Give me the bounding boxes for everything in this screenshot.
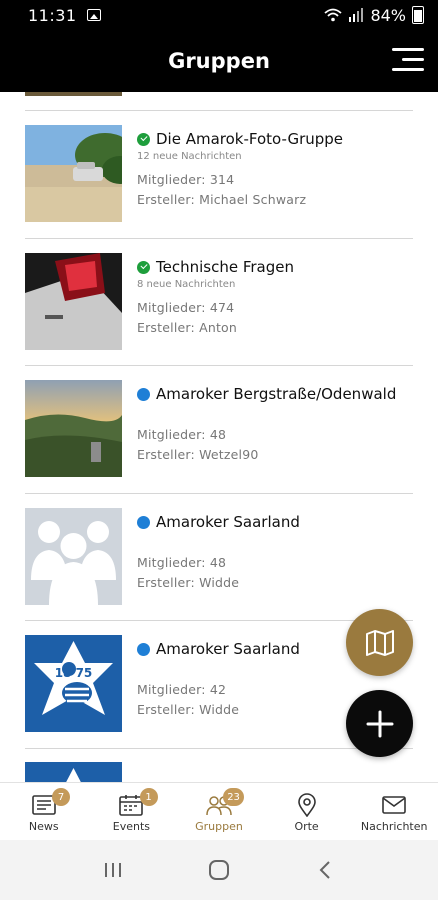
group-placeholder-icon — [25, 508, 122, 605]
divider — [25, 365, 413, 366]
group-thumbnail — [25, 125, 122, 222]
back-chevron-icon — [319, 861, 330, 879]
divider — [25, 748, 413, 749]
tab-news[interactable]: 7 News — [0, 783, 88, 840]
tab-nachrichten[interactable]: Nachrichten — [350, 783, 438, 840]
tab-orte[interactable]: Orte — [263, 783, 351, 840]
group-name: Amaroker Saarland — [156, 513, 300, 531]
divider — [25, 493, 413, 494]
events-badge: 1 — [139, 788, 158, 806]
wifi-icon — [324, 8, 343, 22]
battery-percent: 84% — [370, 5, 406, 25]
group-thumbnail — [25, 380, 122, 477]
group-name: Die Amarok-Foto-Gruppe — [156, 130, 344, 148]
group-thumbnail — [25, 762, 122, 782]
group-creator: Ersteller: Michael Schwarz — [137, 192, 307, 207]
groups-badge: 23 — [223, 788, 244, 806]
group-title: Amaroker Saarland — [137, 513, 300, 531]
image-notification-icon — [86, 9, 101, 21]
group-name: Technische Fragen — [156, 258, 294, 276]
plus-icon — [366, 710, 393, 737]
members-count: Mitglieder: 474 — [137, 300, 235, 315]
recent-apps-button[interactable] — [93, 850, 133, 890]
group-name: Amaroker Saarland — [156, 640, 300, 658]
location-pin-icon — [292, 792, 322, 818]
new-messages-count: 12 neue Nachrichten — [137, 151, 242, 162]
tab-label: Orte — [294, 820, 319, 833]
signal-icon — [349, 8, 364, 22]
group-row[interactable] — [0, 762, 438, 782]
status-dot-icon — [137, 515, 150, 529]
status-dot-icon — [137, 642, 150, 656]
group-title: Amaroker Bergstraße/Odenwald — [137, 385, 396, 403]
status-time: 11:31 — [28, 5, 77, 25]
tab-label: Events — [112, 820, 151, 833]
verified-check-icon — [137, 132, 150, 146]
group-thumbnail — [25, 508, 122, 605]
group-title: Technische Fragen — [137, 258, 294, 276]
group-thumbnail: 18 75 — [25, 635, 122, 732]
app-header: Gruppen — [0, 30, 438, 92]
divider — [25, 238, 413, 239]
group-title: Amaroker Saarland — [137, 640, 300, 658]
status-dot-icon — [137, 387, 150, 401]
badge-year-text: 18 75 — [55, 666, 93, 680]
divider — [25, 110, 413, 111]
group-row[interactable]: Die Amarok-Foto-Gruppe 12 neue Nachricht… — [0, 125, 438, 252]
map-icon — [365, 629, 394, 656]
back-button[interactable] — [305, 850, 345, 890]
members-count: Mitglieder: 48 — [137, 427, 227, 442]
battery-icon — [412, 6, 424, 24]
members-count: Mitglieder: 314 — [137, 172, 235, 187]
news-badge: 7 — [52, 788, 70, 806]
members-count: Mitglieder: 48 — [137, 555, 227, 570]
tab-label: News — [28, 820, 59, 833]
group-creator: Ersteller: Widde — [137, 575, 240, 590]
group-title: Die Amarok-Foto-Gruppe — [137, 130, 343, 148]
verified-check-icon — [137, 260, 150, 274]
status-bar: 11:31 84% — [0, 0, 438, 30]
hamburger-menu-icon[interactable] — [388, 48, 424, 74]
page-title: Gruppen — [168, 49, 270, 73]
partial-thumbnail — [25, 92, 122, 96]
add-group-button[interactable] — [346, 690, 413, 757]
group-row[interactable]: Amaroker Bergstraße/Odenwald Mitglieder:… — [0, 380, 438, 507]
tab-label: Nachrichten — [360, 820, 428, 833]
group-name: Amaroker Bergstraße/Odenwald — [156, 385, 397, 403]
members-count: Mitglieder: 42 — [137, 682, 227, 697]
tab-events[interactable]: 1 Events — [88, 783, 176, 840]
group-creator: Ersteller: Wetzel90 — [137, 447, 259, 462]
new-messages-count: 8 neue Nachrichten — [137, 279, 236, 290]
bottom-tab-bar: 7 News 1 Events 23 Gruppen Orte Nachrich… — [0, 782, 438, 840]
status-indicators: 84% — [324, 6, 424, 25]
group-creator: Ersteller: Anton — [137, 320, 238, 335]
group-row[interactable]: Technische Fragen 8 neue Nachrichten Mit… — [0, 253, 438, 380]
tab-label: Gruppen — [195, 820, 243, 833]
group-thumbnail — [25, 253, 122, 350]
group-list[interactable]: Die Amarok-Foto-Gruppe 12 neue Nachricht… — [0, 92, 438, 782]
envelope-icon — [379, 792, 409, 818]
system-navigation-bar — [0, 840, 438, 900]
tab-gruppen[interactable]: 23 Gruppen — [175, 783, 263, 840]
recent-apps-icon — [105, 863, 121, 877]
home-icon — [209, 860, 229, 880]
map-view-button[interactable] — [346, 609, 413, 676]
group-creator: Ersteller: Widde — [137, 702, 240, 717]
home-button[interactable] — [199, 850, 239, 890]
